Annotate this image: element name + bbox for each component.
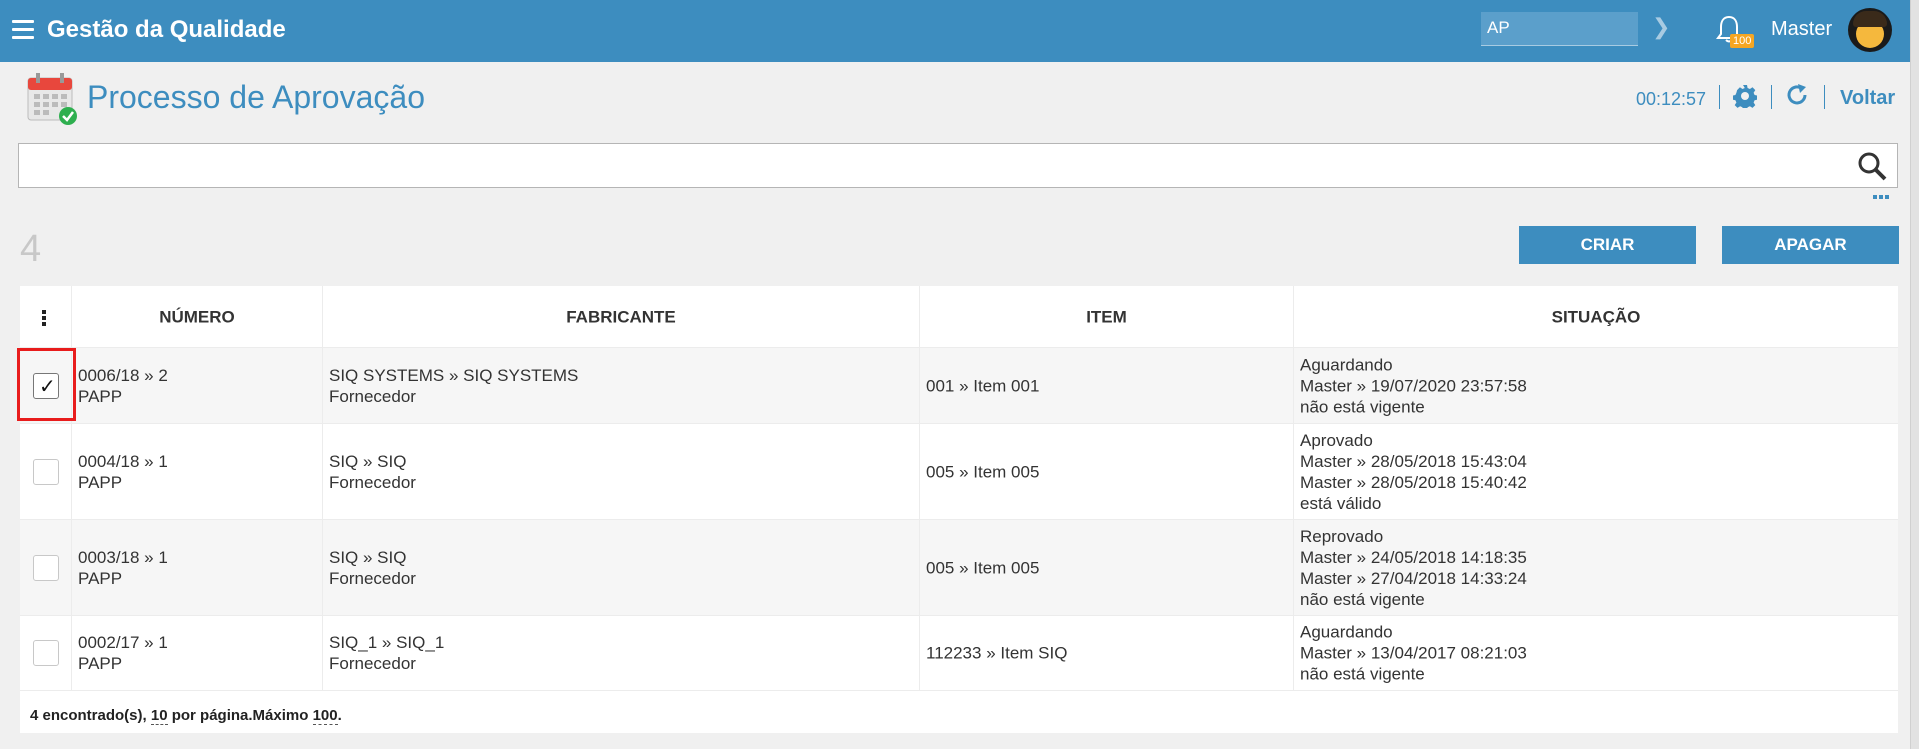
situacao-cell: Reprovado Master » 24/05/2018 14:18:35 Mas… bbox=[1300, 526, 1527, 609]
fabricante-cell: SIQ_1 » SIQ_1 Fornecedor bbox=[323, 616, 920, 690]
search-input[interactable] bbox=[18, 143, 1898, 188]
record-count: 4 bbox=[20, 228, 42, 270]
numero-cell: 0006/18 » 2 PAPP bbox=[72, 348, 323, 423]
delete-button[interactable]: APAGAR bbox=[1722, 226, 1899, 264]
pagination-summary: 4 encontrado(s), 10 por página.Máximo 10… bbox=[30, 707, 342, 725]
gear-icon[interactable] bbox=[1733, 84, 1757, 108]
divider bbox=[1824, 85, 1825, 109]
app-title: Gestão da Qualidade bbox=[47, 16, 286, 43]
table-header: NÚMERO FABRICANTE ITEM SITUAÇÃO bbox=[20, 286, 1898, 348]
item-cell: 005 » Item 005 bbox=[920, 424, 1294, 519]
fabricante-cell: SIQ SYSTEMS » SIQ SYSTEMS Fornecedor bbox=[323, 348, 920, 423]
refresh-icon[interactable] bbox=[1785, 83, 1809, 107]
kebab-menu-icon[interactable] bbox=[42, 310, 46, 328]
divider bbox=[1771, 85, 1772, 109]
fabricante-cell: SIQ » SIQ Fornecedor bbox=[323, 424, 920, 519]
item-cell: 005 » Item 005 bbox=[920, 520, 1294, 615]
scrollbar[interactable] bbox=[1910, 0, 1919, 749]
situacao-cell: Aguardando Master » 19/07/2020 23:57:58 nã… bbox=[1300, 355, 1527, 416]
column-header[interactable]: FABRICANTE bbox=[323, 286, 920, 347]
row-checkbox[interactable] bbox=[33, 459, 59, 485]
column-header[interactable]: NÚMERO bbox=[72, 286, 323, 347]
chevron-right-icon[interactable]: ❯ bbox=[1652, 14, 1670, 40]
column-header[interactable]: ITEM bbox=[920, 286, 1294, 347]
session-timer: 00:12:57 bbox=[1636, 89, 1707, 109]
more-options-icon[interactable] bbox=[1873, 195, 1889, 199]
checkbox-cell bbox=[20, 616, 72, 690]
per-page-selector[interactable]: 10 bbox=[150, 707, 168, 725]
item-cell: 112233 » Item SIQ bbox=[920, 616, 1294, 690]
column-header[interactable]: SITUAÇÃO bbox=[1294, 286, 1898, 347]
table-row[interactable]: 0004/18 » 1 PAPP SIQ » SIQ Fornecedor 005 … bbox=[20, 424, 1898, 520]
search-icon[interactable] bbox=[1857, 151, 1887, 181]
checkbox-cell bbox=[20, 424, 72, 519]
max-selector[interactable]: 100 bbox=[312, 707, 338, 725]
username[interactable]: Master bbox=[1771, 18, 1832, 41]
fabricante-cell: SIQ » SIQ Fornecedor bbox=[323, 520, 920, 615]
checkbox-cell bbox=[20, 520, 72, 615]
top-bar: Gestão da Qualidade AP ❯ 100 Master bbox=[0, 0, 1919, 62]
table-row[interactable]: 0002/17 » 1 PAPP SIQ_1 » SIQ_1 Fornecedor … bbox=[20, 616, 1898, 691]
numero-cell: 0002/17 » 1 PAPP bbox=[72, 616, 323, 690]
quick-search-input[interactable]: AP bbox=[1481, 12, 1638, 46]
create-button[interactable]: CRIAR bbox=[1519, 226, 1696, 264]
numero-cell: 0004/18 » 1 PAPP bbox=[72, 424, 323, 519]
selection-highlight bbox=[17, 348, 76, 421]
notification-badge: 100 bbox=[1730, 34, 1755, 48]
back-link[interactable]: Voltar bbox=[1840, 87, 1895, 110]
table-row[interactable]: 0006/18 » 2PAPP SIQ SYSTEMS » SIQ SYSTEM… bbox=[20, 348, 1898, 424]
situacao-cell: Aprovado Master » 28/05/2018 15:43:04 Mast… bbox=[1300, 430, 1527, 513]
page-title: Processo de Aprovação bbox=[87, 79, 425, 115]
avatar[interactable] bbox=[1848, 8, 1892, 52]
calendar-check-icon bbox=[27, 73, 77, 125]
item-cell: 001 » Item 001 bbox=[920, 348, 1294, 423]
footer-period: . bbox=[337, 707, 342, 724]
divider bbox=[1719, 85, 1720, 109]
hamburger-menu-icon[interactable] bbox=[12, 20, 34, 40]
row-checkbox[interactable] bbox=[33, 640, 59, 666]
found-count-text: 4 encontrado(s), bbox=[30, 707, 147, 724]
numero-cell: 0003/18 » 1 PAPP bbox=[72, 520, 323, 615]
header-actions-cell bbox=[20, 286, 72, 347]
per-page-text: por página.Máximo bbox=[171, 707, 309, 724]
row-checkbox[interactable] bbox=[33, 555, 59, 581]
table-row[interactable]: 0003/18 » 1 PAPP SIQ » SIQ Fornecedor 005 … bbox=[20, 520, 1898, 616]
situacao-cell: Aguardando Master » 13/04/2017 08:21:03 nã… bbox=[1300, 622, 1527, 684]
